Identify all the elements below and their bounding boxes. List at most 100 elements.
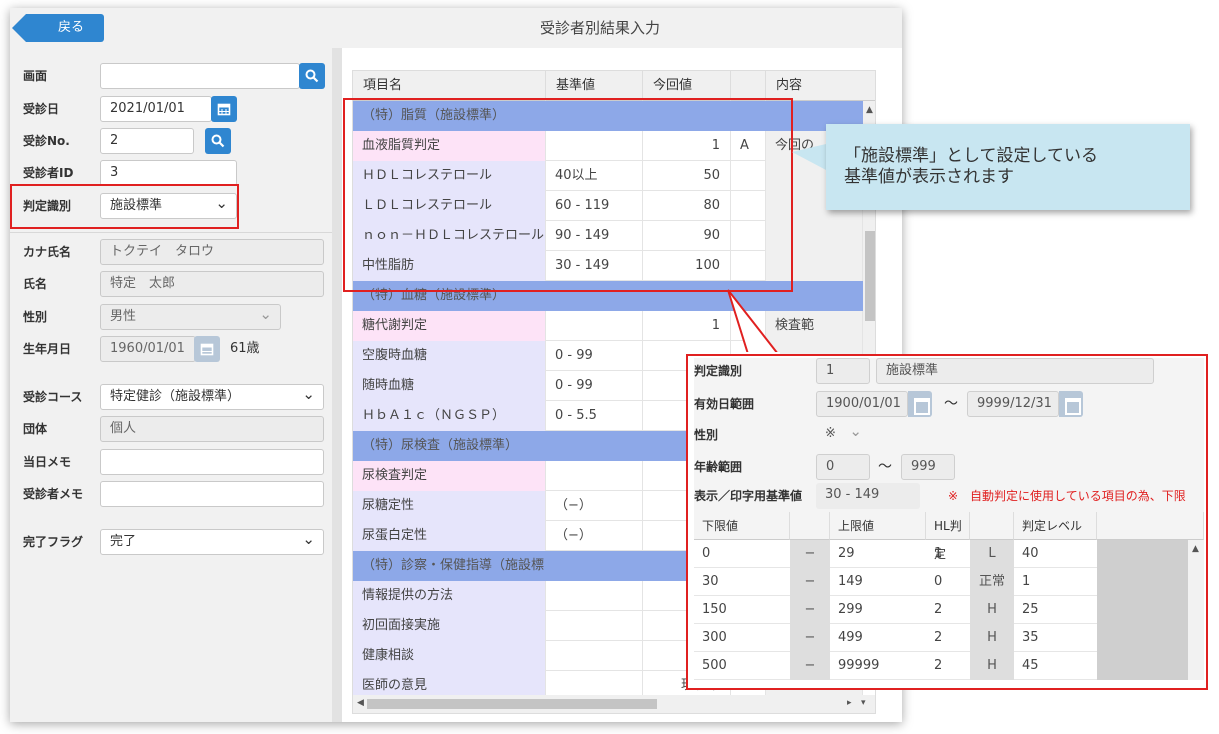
scroll-up-icon[interactable]: ▲ [866,105,873,115]
page-title: 受診者別結果入力 [539,19,660,37]
label-screen: 画面 [23,69,48,83]
cell-dash: − [790,596,830,624]
done-flag-select[interactable]: 完了 [100,527,324,555]
exam-date-input[interactable]: 2021/01/01 [100,96,212,122]
popup-disp-value: 30 - 149 [816,483,920,509]
cell-extra [1097,568,1188,596]
cell-upper: 29 [838,546,855,561]
popup-period-to: 9999/12/31 [967,391,1059,417]
cell-dash: − [790,540,830,568]
cell-extra [1097,652,1188,680]
scroll-down-icon[interactable]: ▾ [861,698,866,708]
panel-splitter[interactable] [332,48,342,722]
label-done-flag: 完了フラグ [23,535,84,549]
left-panel: 画面 受診日 2021/01/01 受診No. 2 受診者ID 3 判定識別 施… [10,48,332,722]
cell-std-value [546,431,643,461]
popup-sex-label: 性別 [694,428,719,442]
popup-age-to: 999 [901,454,955,480]
search-icon[interactable] [205,128,231,154]
cell-hl-text: H [970,624,1014,652]
cell-hl-code: 2 [934,602,943,617]
range-scrollbar[interactable]: ▲ [1188,540,1204,680]
cell-item-name: ＨｂＡ１ｃ（ＮＧＳＰ） [353,401,546,431]
range-row[interactable]: 300 −499 2 H 35 [694,624,1188,652]
label-name: 氏名 [23,277,48,291]
col-header-std[interactable]: 基準値 [546,71,643,101]
range-row[interactable]: 500 −99999 2 H 45 [694,652,1188,680]
screen-input[interactable] [100,63,300,89]
cell-lower: 500 [702,658,727,673]
patient-memo-input[interactable] [100,481,324,507]
range-row[interactable]: 0 −29 1 L 40 [694,540,1188,568]
scroll-thumb[interactable] [865,231,875,321]
header: 戻る 受診者別結果入力 [10,8,902,48]
label-exam-no: 受診No. [23,134,70,148]
col-header-flag[interactable] [731,71,766,101]
col-header-value[interactable]: 今回値 [643,71,731,101]
back-button[interactable]: 戻る [12,14,104,42]
col-header-content[interactable]: 内容 [766,71,875,101]
cell-std-value [546,461,643,491]
row-sex: 性別 男性 [10,302,332,331]
day-memo-input[interactable] [100,449,324,475]
cell-lower: 150 [702,602,727,617]
popup-sex-select: ※ [816,419,870,448]
name-field: 特定 太郎 [100,271,324,297]
range-grid: 下限値 上限値 HL判定 判定レベル 0−29 1 L 40 30−149 0 正常 1 150… [694,512,1204,680]
cell-item-name: 空腹時血糖 [353,341,546,371]
cell-std-value [546,551,643,581]
cell-level: 25 [1022,602,1039,617]
callout-note: 「施設標準」として設定している 基準値が表示されます [826,124,1190,210]
cell-level: 45 [1022,658,1039,673]
label-patient-memo: 受診者メモ [23,487,84,501]
cell-item-name: 健康相談 [353,641,546,671]
table-row[interactable]: 糖代謝判定1A検査範 [353,311,875,341]
range-header-high: 上限値 [830,512,926,540]
popup-body: 判定識別 1 施設標準 有効日範囲 1900/01/01 ～ 9999/12/3… [694,358,1204,680]
label-birthdate: 生年月日 [23,342,72,356]
range-row[interactable]: 150 −299 2 H 25 [694,596,1188,624]
cell-hl-code: 2 [934,658,943,673]
search-icon[interactable] [299,63,325,89]
row-name: 氏名 特定 太郎 [10,270,332,298]
cell-hl-code: 1 [934,546,943,561]
scroll-right-icon[interactable]: ▸ [847,698,852,708]
range-header-hl: HL判定 [926,512,970,561]
cell-level: 1 [1022,574,1031,589]
col-header-item[interactable]: 項目名 [353,71,546,101]
cell-dash: − [790,568,830,596]
divider [10,232,332,233]
cell-item-name: （特）診察・保健指導（施設標 [353,551,546,581]
cell-lower: 30 [702,574,719,589]
cell-std-value: 0 - 99 [546,341,643,371]
sex-select: 男性 [100,302,281,330]
row-group: 団体 個人 [10,415,332,443]
exam-no-input[interactable]: 2 [100,128,194,154]
popup-judge-code: 1 [816,358,870,384]
scroll-thumb[interactable] [367,699,657,709]
cell-std-value: （−） [546,521,643,551]
range-row[interactable]: 30 −149 0 正常 1 [694,568,1188,596]
popup-age-tilde: ～ [878,459,892,475]
popup-judge-name: 施設標準 [876,358,1154,384]
row-exam-date: 受診日 2021/01/01 [10,95,332,123]
course-select[interactable]: 特定健診（施設標準） [100,382,324,410]
scroll-left-icon[interactable]: ◀ [357,698,364,708]
cell-std-value [546,581,643,611]
popup-pointer [727,289,781,358]
scroll-up-icon[interactable]: ▲ [1192,544,1199,554]
calendar-icon[interactable] [211,96,237,122]
popup-period-from: 1900/01/01 [816,391,908,417]
cell-lower: 300 [702,630,727,645]
patient-id-input[interactable]: 3 [100,160,237,186]
label-group: 団体 [23,422,48,436]
cell-level: 40 [1022,546,1039,561]
row-patient-memo: 受診者メモ [10,480,332,508]
horizontal-scrollbar[interactable]: ◀ ▸ ▾ [353,695,875,713]
cell-extra [1097,624,1188,652]
popup-judge-label: 判定識別 [694,364,743,378]
cell-current-value[interactable]: 1 [643,311,731,341]
popup-note: ※ 自動判定に使用している項目の為、下限 [948,489,1186,503]
cell-dash: − [790,624,830,652]
row-day-memo: 当日メモ [10,448,332,476]
